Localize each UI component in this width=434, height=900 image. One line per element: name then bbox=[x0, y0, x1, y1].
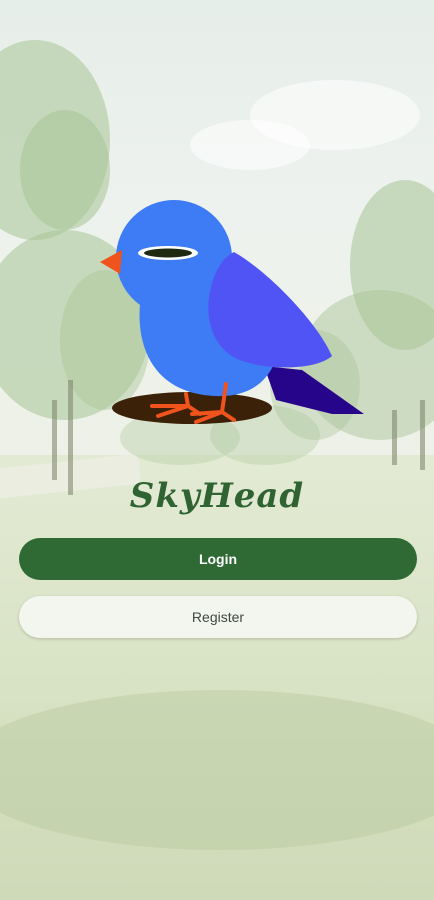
cloud bbox=[190, 120, 310, 170]
tree-trunk bbox=[392, 410, 397, 465]
app-brand-name: SkyHead bbox=[129, 476, 305, 516]
bird-tail-icon bbox=[264, 366, 364, 414]
bird-pupil-icon bbox=[144, 248, 192, 258]
register-button-label: Register bbox=[191, 609, 245, 625]
bird-beak-icon bbox=[100, 250, 122, 274]
splash-screen: SkyHead Login Register bbox=[0, 0, 434, 900]
tree-shadow bbox=[0, 690, 434, 850]
login-button-label: Login bbox=[198, 551, 238, 567]
tree-trunk bbox=[52, 400, 57, 480]
login-button[interactable]: Login bbox=[19, 538, 417, 580]
bluebird-logo-icon bbox=[100, 200, 364, 424]
register-button[interactable]: Register bbox=[19, 596, 417, 638]
bird-wing-icon bbox=[208, 252, 332, 368]
tree-trunk bbox=[420, 400, 425, 470]
